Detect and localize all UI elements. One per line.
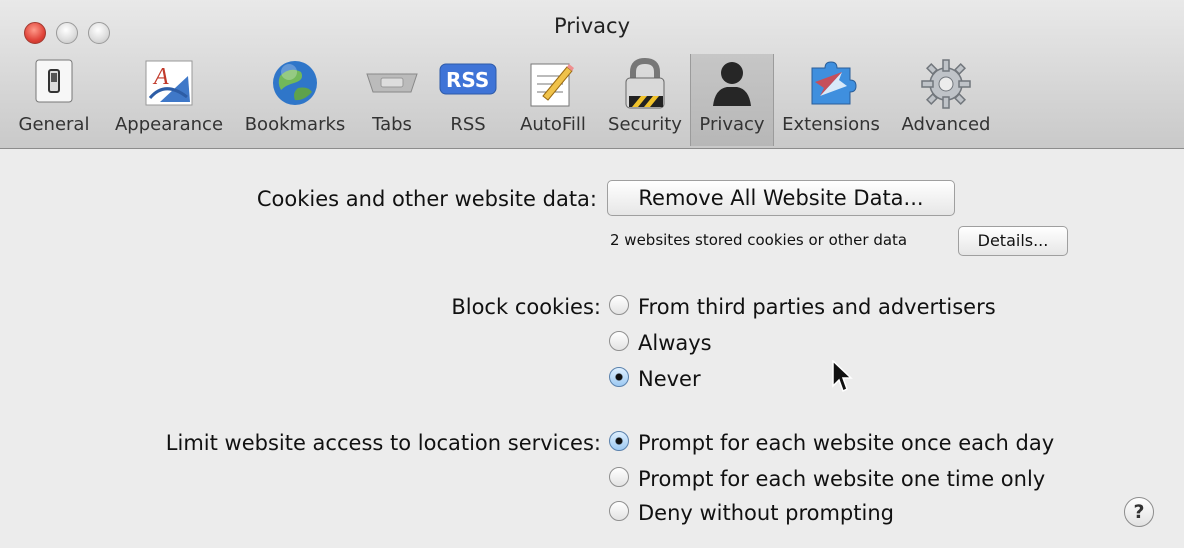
toolbar-item-label: Tabs — [372, 114, 412, 135]
toolbar-item-bookmarks[interactable]: Bookmarks — [238, 54, 352, 146]
toolbar-area: Privacy General A Appearance Bookmarks T… — [0, 0, 1184, 149]
toolbar-item-label: AutoFill — [520, 114, 586, 135]
remove-all-website-data-button[interactable]: Remove All Website Data... — [607, 180, 955, 216]
rss-icon: RSS — [439, 63, 497, 95]
radio-location-daily-prompt[interactable] — [609, 431, 629, 451]
toolbar-item-label: General — [18, 114, 90, 135]
radio-block-third-parties[interactable] — [609, 295, 629, 315]
mouse-cursor-icon — [832, 360, 853, 393]
person-silhouette-icon — [713, 62, 751, 106]
toolbar-item-label: Privacy — [699, 114, 765, 135]
toolbar-item-security[interactable]: Security — [604, 54, 686, 146]
toolbar-item-label: Appearance — [114, 114, 224, 135]
radio-option-label: Prompt for each website one time only — [638, 467, 1046, 491]
toolbar-item-advanced[interactable]: Advanced — [894, 54, 998, 146]
radio-option-label: Always — [638, 331, 712, 355]
font-appearance-icon: A — [145, 60, 193, 106]
location-services-label: Limit website access to location service… — [165, 431, 601, 455]
toolbar-item-label: RSS — [450, 114, 486, 135]
toolbar-item-label: Extensions — [782, 114, 880, 135]
toolbar-item-tabs[interactable]: Tabs — [360, 54, 424, 146]
toolbar-item-label: Security — [608, 114, 682, 135]
radio-location-one-time[interactable] — [609, 467, 629, 487]
window-title: Privacy — [553, 14, 631, 38]
cookies-label: Cookies and other website data: — [256, 187, 597, 211]
privacy-settings-panel: Cookies and other website data: Remove A… — [0, 149, 1184, 548]
radio-option-label: Prompt for each website once each day — [638, 431, 1055, 455]
radio-option-label: Never — [638, 367, 701, 391]
svg-text:RSS: RSS — [446, 68, 489, 92]
radio-block-never[interactable] — [609, 367, 629, 387]
cookies-status-text: 2 websites stored cookies or other data — [610, 231, 908, 249]
toolbar-item-autofill[interactable]: AutoFill — [510, 54, 596, 146]
svg-text:A: A — [152, 64, 169, 90]
pencil-form-icon — [530, 63, 574, 107]
radio-location-deny[interactable] — [609, 501, 629, 521]
toolbar-item-label: Advanced — [901, 114, 991, 135]
block-cookies-label: Block cookies: — [451, 295, 601, 319]
toolbar-item-general[interactable]: General — [8, 54, 100, 146]
toolbar-item-privacy[interactable]: Privacy — [690, 54, 774, 146]
tabs-icon — [366, 73, 418, 93]
details-button[interactable]: Details... — [958, 226, 1068, 256]
globe-icon — [273, 61, 317, 105]
safari-privacy-preferences-window: Privacy General A Appearance Bookmarks T… — [0, 0, 1184, 548]
toolbar-item-label: Bookmarks — [244, 114, 346, 135]
gear-icon — [921, 59, 971, 109]
radio-option-label: Deny without prompting — [638, 501, 894, 525]
toolbar-item-extensions[interactable]: Extensions — [776, 54, 886, 146]
toolbar-item-rss[interactable]: RSS RSS — [432, 54, 504, 146]
lock-icon — [625, 58, 665, 109]
puzzle-compass-icon — [811, 61, 857, 105]
help-button[interactable]: ? — [1124, 497, 1154, 527]
radio-option-label: From third parties and advertisers — [638, 295, 996, 319]
light-switch-icon — [35, 59, 73, 103]
toolbar-item-appearance[interactable]: A Appearance — [108, 54, 230, 146]
radio-block-always[interactable] — [609, 331, 629, 351]
